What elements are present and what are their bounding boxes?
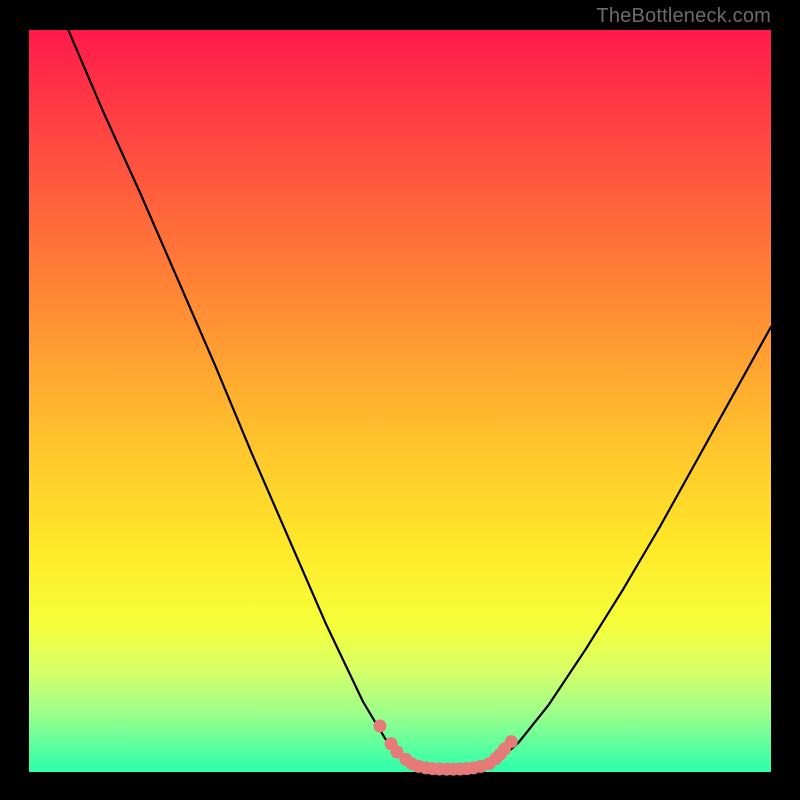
data-point	[474, 760, 487, 773]
curve-segment	[474, 327, 771, 769]
data-point	[505, 735, 518, 748]
chart-svg	[0, 0, 800, 800]
curve-segment	[68, 30, 429, 769]
outer-frame: TheBottleneck.com	[0, 0, 800, 800]
data-point	[373, 720, 386, 733]
